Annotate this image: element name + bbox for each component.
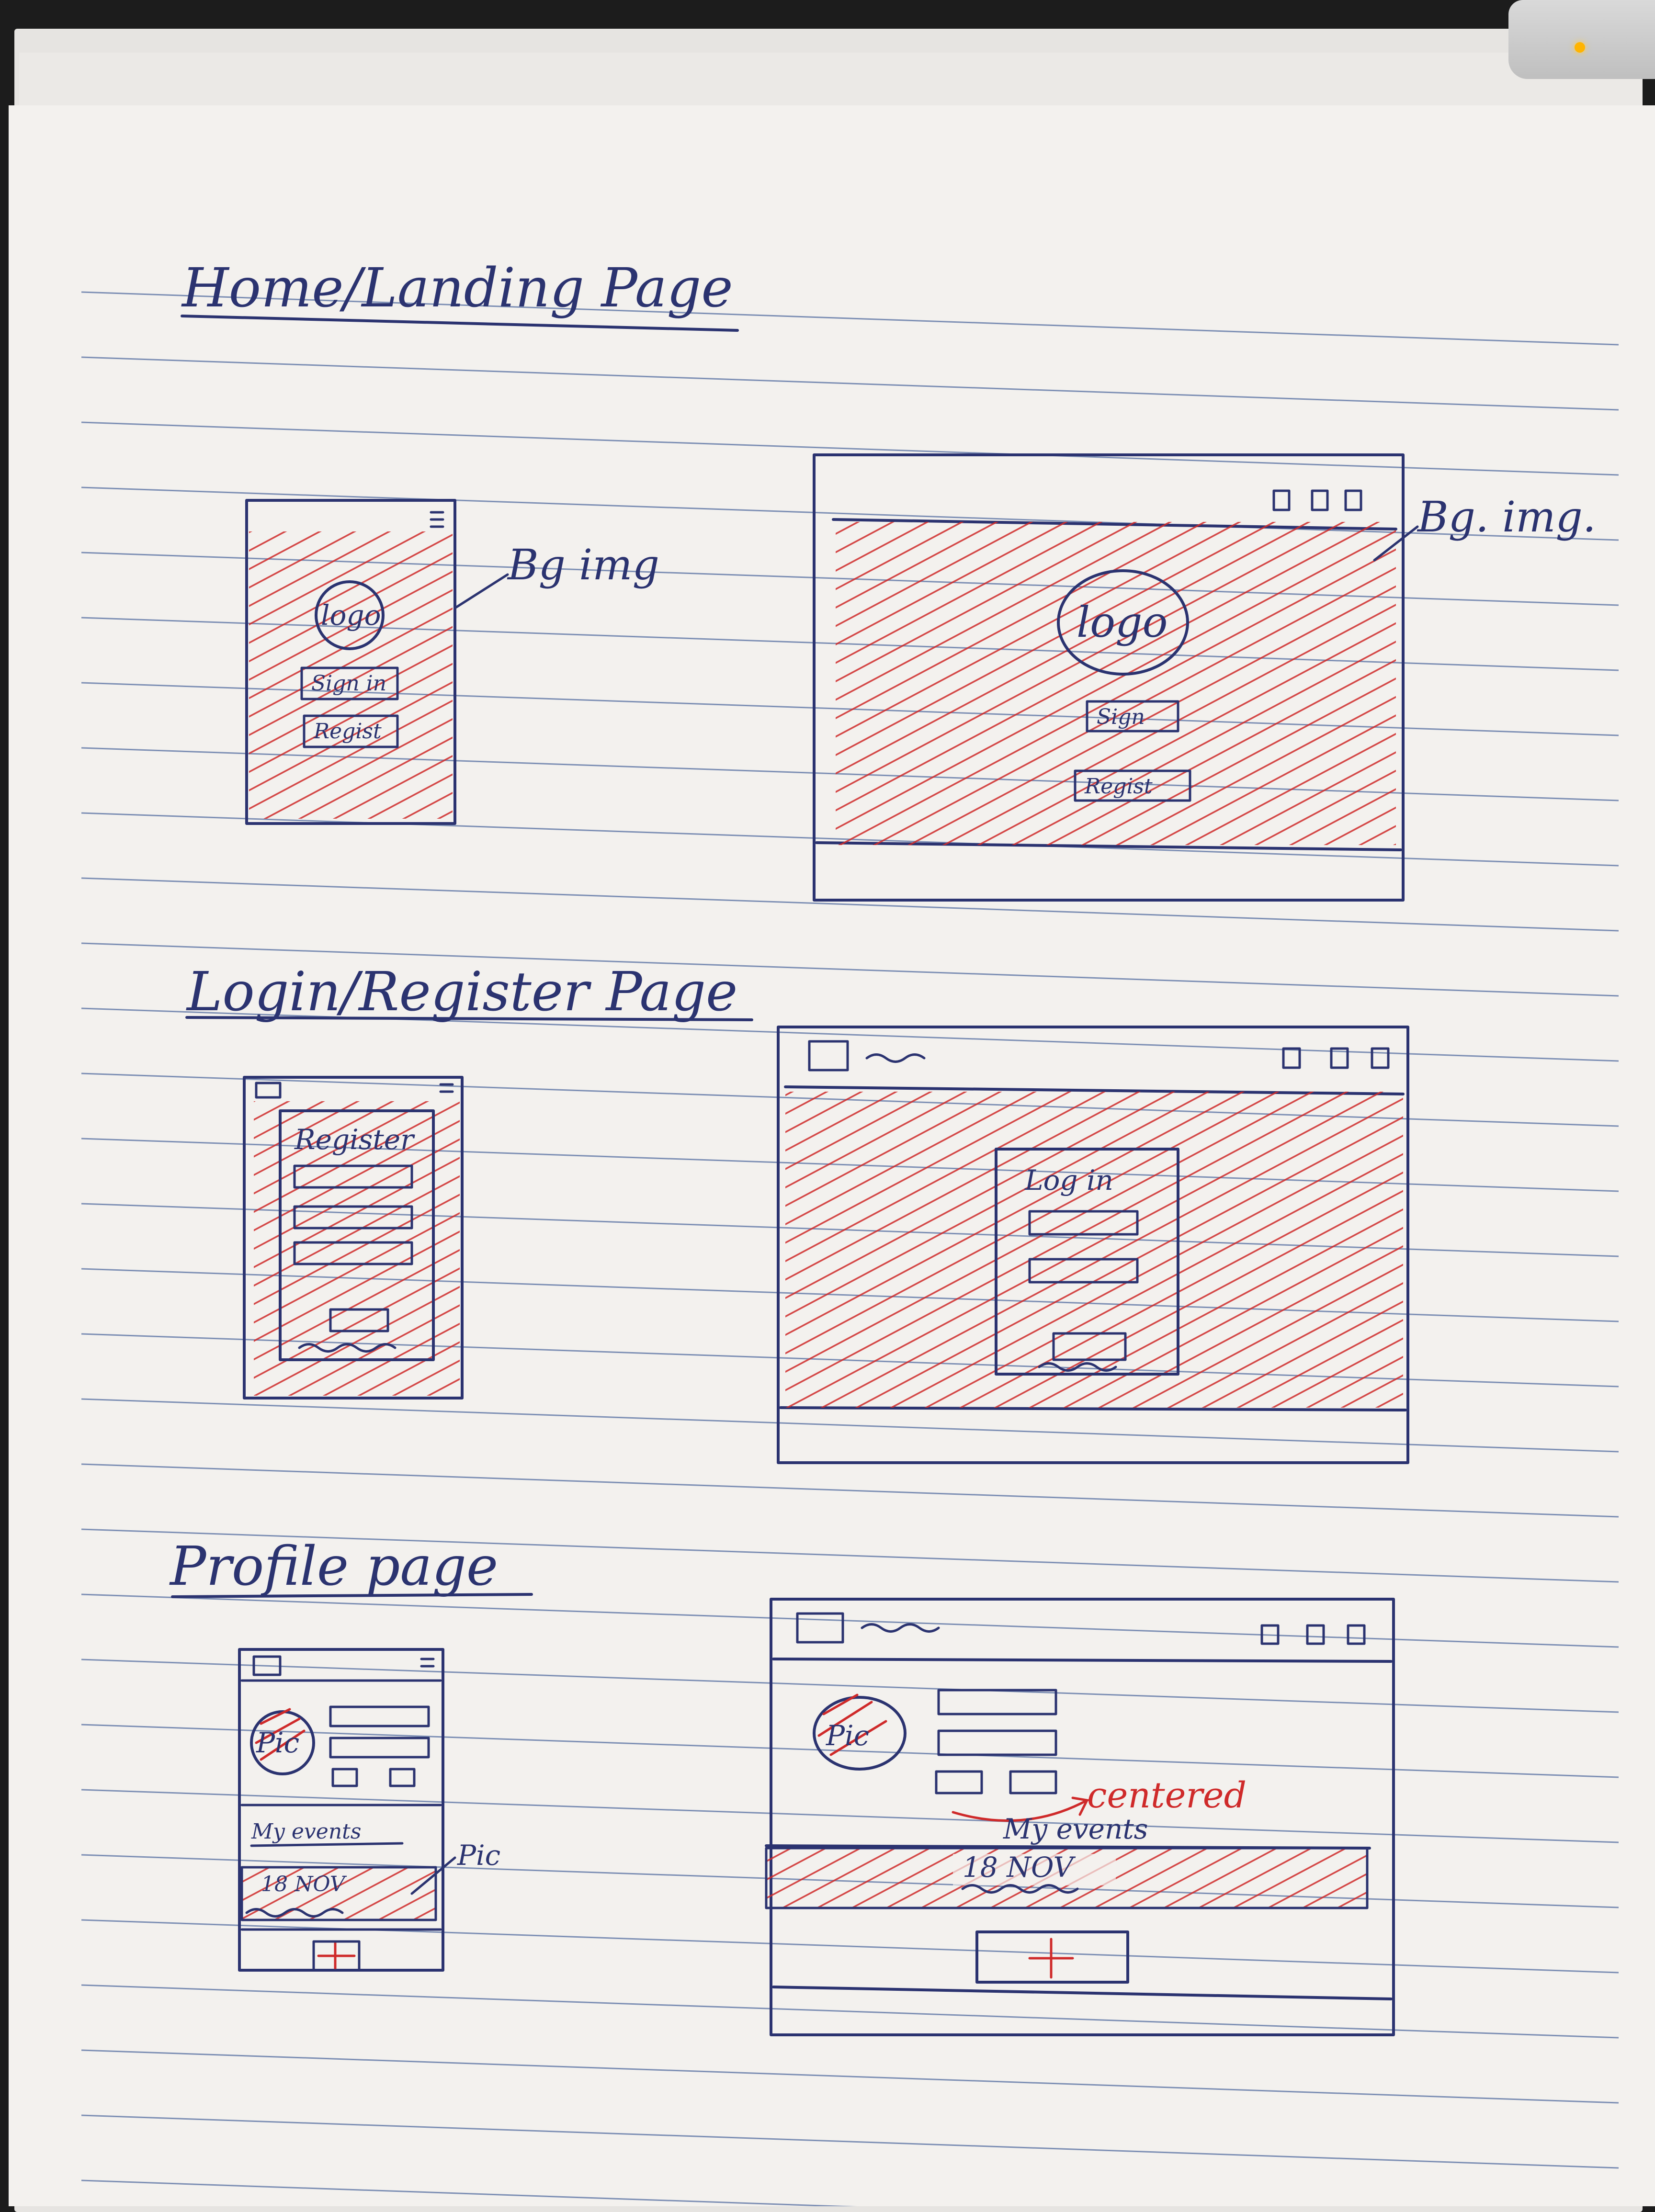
profile-mobile-wireframe: Pic My events 18 NOV	[238, 1648, 444, 1972]
ruled-line	[81, 2179, 857, 2206]
annotation-pointer-mobile	[453, 573, 509, 609]
home-mobile-wireframe: logo Sign in Regist	[245, 499, 456, 825]
home-desktop-signin-label: Sign	[1097, 705, 1145, 729]
hamburger-icon	[430, 511, 444, 528]
profile-desktop-btn-1[interactable]	[935, 1770, 983, 1794]
ruled-line	[81, 1984, 1619, 2039]
profile-mobile-event-date: 18 NOV	[261, 1872, 347, 1896]
ruled-line	[81, 1919, 1619, 1974]
login-heading: Log in	[1024, 1164, 1113, 1196]
site-logo-icon-2	[796, 1612, 844, 1644]
login-desktop-wireframe: Log in	[777, 1026, 1409, 1464]
home-mobile-register-label: Regist	[313, 719, 382, 744]
profile-mobile-btn-1[interactable]	[331, 1768, 358, 1787]
ruled-line	[81, 1593, 1619, 1648]
ruled-line	[81, 1659, 1619, 1713]
site-name-squiggle	[865, 1053, 926, 1063]
home-desktop-logo: logo	[1077, 598, 1168, 647]
ruled-line	[81, 877, 1619, 932]
nav-icon-9	[1347, 1624, 1366, 1645]
profile-desktop-field-2	[937, 1729, 1057, 1756]
profile-desktop-my-events: My events	[1003, 1813, 1148, 1845]
profile-mobile-pic: Pic	[256, 1727, 299, 1759]
site-logo-icon	[808, 1040, 849, 1072]
ruled-line	[81, 2114, 1619, 2169]
profile-mobile-field-2	[329, 1737, 430, 1759]
profile-mobile-field-1	[329, 1705, 430, 1727]
profile-desktop-btn-2[interactable]	[1009, 1770, 1057, 1794]
ruled-line	[81, 356, 1619, 411]
ruled-line	[81, 2049, 1619, 2104]
profile-mobile-add-icon[interactable]	[317, 1940, 356, 1972]
home-desktop-wireframe: logo Sign Regist	[813, 453, 1405, 902]
nav-icon-3	[1344, 489, 1362, 511]
home-mobile-logo: logo	[321, 599, 381, 632]
mobile-logo-icon	[255, 1082, 282, 1099]
login-mobile-wireframe: Register	[243, 1076, 464, 1399]
annotation-bg-img-mobile: Bg img	[507, 540, 659, 589]
home-desktop-register-label: Regist	[1084, 774, 1153, 799]
ruled-line	[81, 421, 1619, 476]
annotation-bg-img-desktop: Bg. img.	[1417, 492, 1596, 542]
nav-icon-8	[1306, 1624, 1325, 1645]
profile-desktop-add-icon[interactable]	[1028, 1938, 1074, 1979]
section-title-home: Home/Landing Page	[181, 257, 733, 319]
hamburger-icon-2	[439, 1083, 454, 1093]
profile-mobile-btn-2[interactable]	[389, 1768, 416, 1787]
profile-desktop-field-1	[937, 1689, 1057, 1715]
profile-mobile-my-events: My events	[251, 1819, 361, 1844]
hamburger-icon-3	[420, 1658, 435, 1668]
ruled-line	[81, 1463, 1619, 1518]
nav-icon-1	[1272, 489, 1291, 511]
home-mobile-signin-label: Sign in	[311, 671, 386, 696]
annotation-pic: Pic	[457, 1839, 500, 1872]
section-title-login: Login/Register Page	[186, 961, 737, 1023]
profile-desktop-pic: Pic	[826, 1719, 869, 1752]
sketch-canvas: Home/Landing Page logo Sign in Regist Bg…	[81, 257, 1619, 2206]
section-title-profile: Profile page	[169, 1535, 498, 1598]
profile-desktop-event-date: 18 NOV	[963, 1851, 1076, 1884]
annotation-centered: centered	[1087, 1775, 1247, 1816]
register-heading: Register	[294, 1123, 415, 1156]
nav-icon-4	[1282, 1047, 1301, 1069]
site-name-squiggle-2	[861, 1623, 940, 1633]
nav-icon-6	[1371, 1047, 1390, 1069]
nav-icon-2	[1311, 489, 1329, 511]
